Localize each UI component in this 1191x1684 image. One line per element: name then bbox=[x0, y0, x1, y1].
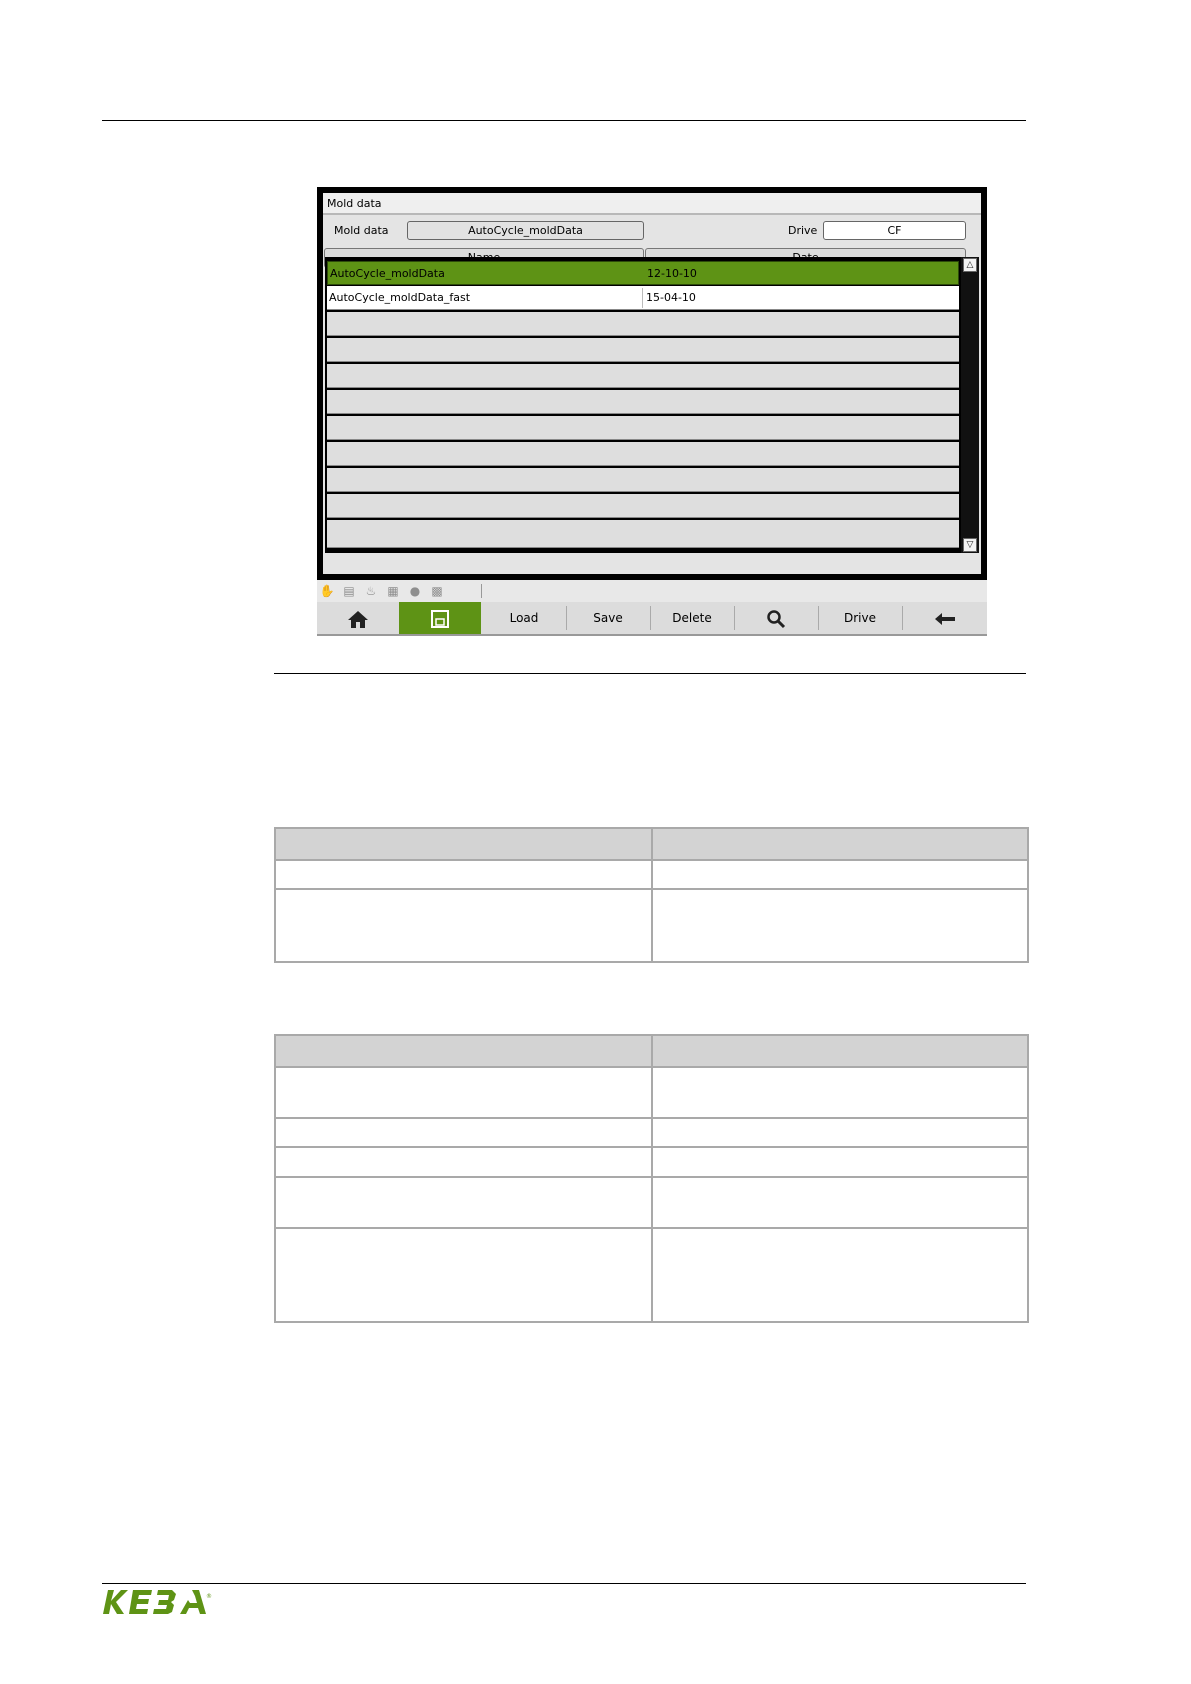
keba-logo: ® bbox=[103, 1590, 212, 1614]
back-arrow-icon bbox=[935, 612, 955, 625]
softkey-bar: Load Save Delete Drive bbox=[317, 602, 987, 636]
table-row bbox=[274, 1227, 1029, 1323]
table-row bbox=[274, 859, 1029, 890]
column-divider bbox=[642, 288, 643, 308]
empty-row[interactable] bbox=[327, 442, 959, 466]
mold-data-window: Mold data Mold data AutoCycle_moldData D… bbox=[323, 193, 981, 574]
scroll-up-icon[interactable]: △ bbox=[963, 258, 977, 272]
footer-rule bbox=[102, 1583, 1026, 1584]
status-divider bbox=[481, 584, 482, 598]
table-header-cell bbox=[651, 1034, 1029, 1068]
mold-data-screenshot: Mold data Mold data AutoCycle_moldData D… bbox=[317, 187, 987, 636]
card-icon: ▤ bbox=[343, 584, 355, 598]
empty-row[interactable] bbox=[327, 494, 959, 518]
table-row bbox=[274, 1146, 1029, 1178]
mold-data-field[interactable]: AutoCycle_moldData bbox=[407, 221, 644, 240]
load-button[interactable]: Load bbox=[483, 602, 565, 634]
empty-row[interactable] bbox=[327, 468, 959, 492]
table-row bbox=[274, 1117, 1029, 1148]
drive-label: Drive bbox=[788, 224, 818, 237]
table-row bbox=[274, 1066, 1029, 1119]
parameter-table-2 bbox=[274, 1034, 1029, 1323]
injection-icon: ▩ bbox=[431, 584, 443, 598]
parameter-table-1 bbox=[274, 827, 1029, 963]
search-button[interactable] bbox=[735, 602, 817, 634]
delete-button[interactable]: Delete bbox=[651, 602, 733, 634]
header-rule bbox=[102, 120, 1026, 121]
list-item[interactable]: AutoCycle_moldData_fast 15-04-10 bbox=[327, 286, 959, 310]
drive-field[interactable]: CF bbox=[823, 221, 966, 240]
table-header-cell bbox=[274, 827, 653, 861]
table-row bbox=[274, 888, 1029, 963]
empty-row[interactable] bbox=[327, 338, 959, 362]
file-name: AutoCycle_moldData_fast bbox=[329, 291, 471, 304]
table-header-cell bbox=[651, 827, 1029, 861]
mold-icon: ▦ bbox=[387, 584, 399, 598]
window-title: Mold data bbox=[327, 197, 382, 210]
file-name: AutoCycle_moldData bbox=[330, 267, 445, 280]
screen-frame: Mold data Mold data AutoCycle_moldData D… bbox=[317, 187, 987, 580]
empty-row[interactable] bbox=[327, 312, 959, 336]
table-row bbox=[274, 1176, 1029, 1229]
scroll-down-icon[interactable]: ▽ bbox=[963, 538, 977, 552]
empty-row[interactable] bbox=[327, 364, 959, 388]
status-bar: ✋ ▤ ♨ ▦ ● ▩ bbox=[317, 580, 987, 602]
file-list: AutoCycle_moldData 12-10-10 AutoCycle_mo… bbox=[325, 257, 961, 553]
heater-icon: ♨ bbox=[365, 584, 377, 598]
list-item[interactable]: AutoCycle_moldData 12-10-10 bbox=[327, 261, 959, 285]
scrollbar[interactable]: △ ▽ bbox=[961, 257, 979, 553]
save-mold-icon bbox=[431, 609, 449, 628]
figure-rule bbox=[274, 673, 1026, 674]
svg-text:®: ® bbox=[206, 1593, 212, 1600]
file-date: 12-10-10 bbox=[647, 267, 697, 280]
save-mold-button[interactable] bbox=[399, 602, 481, 634]
home-button[interactable] bbox=[317, 602, 399, 634]
drive-button[interactable]: Drive bbox=[819, 602, 901, 634]
file-date: 15-04-10 bbox=[646, 291, 696, 304]
empty-row[interactable] bbox=[327, 416, 959, 440]
hand-icon: ✋ bbox=[319, 584, 335, 598]
empty-row[interactable] bbox=[327, 390, 959, 414]
table-header-cell bbox=[274, 1034, 653, 1068]
empty-row[interactable] bbox=[327, 520, 959, 548]
mold-data-label: Mold data bbox=[334, 224, 389, 237]
drop-icon: ● bbox=[409, 584, 421, 598]
save-button[interactable]: Save bbox=[567, 602, 649, 634]
search-icon bbox=[767, 609, 786, 628]
home-icon bbox=[348, 610, 368, 628]
window-title-bar: Mold data bbox=[323, 193, 981, 215]
back-button[interactable] bbox=[903, 602, 987, 634]
